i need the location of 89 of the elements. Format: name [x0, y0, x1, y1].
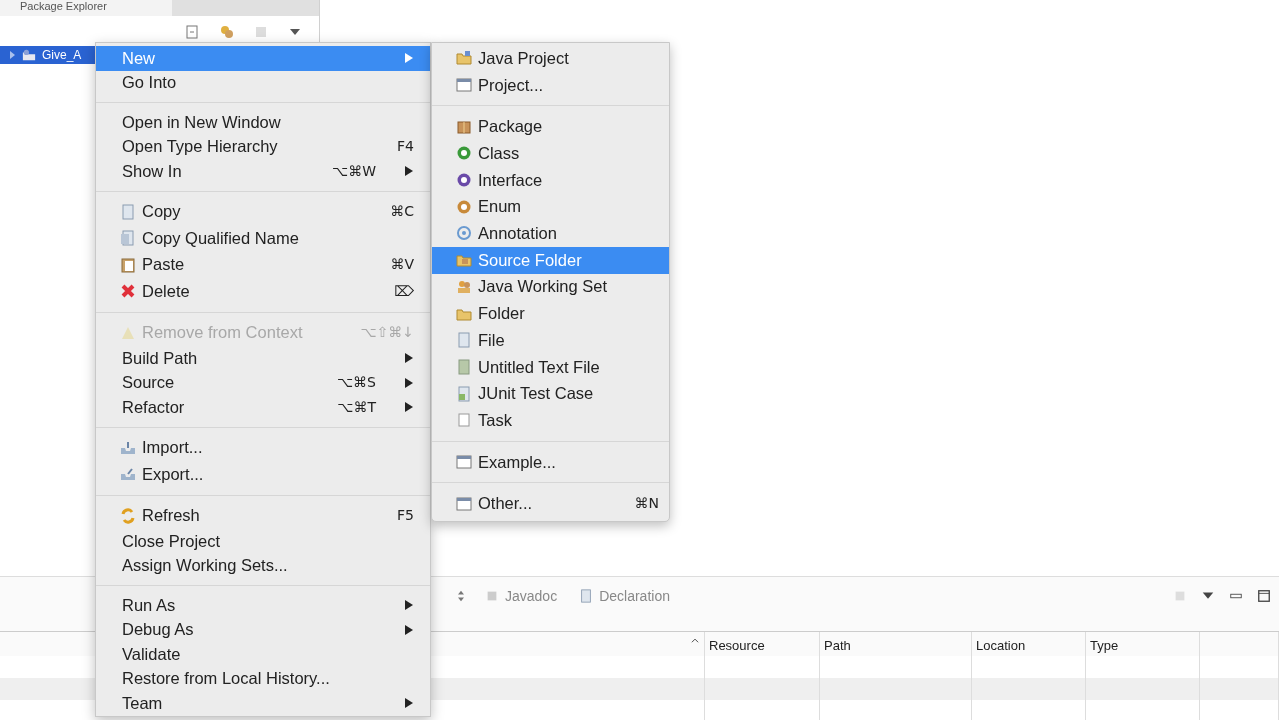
task-icon: [456, 412, 472, 429]
submenu-arrow-icon: [404, 376, 414, 389]
menu-item[interactable]: Java Working Set: [432, 273, 669, 301]
project-icon: [22, 48, 36, 62]
menu-item[interactable]: Example...: [432, 448, 669, 476]
menu-item[interactable]: Delete ⌦: [96, 278, 430, 305]
menu-item[interactable]: Team: [96, 691, 430, 716]
menu-item[interactable]: Source ⌥⌘S: [96, 370, 430, 395]
shortcut-label: ⌦: [394, 281, 414, 301]
javadoc-icon: [485, 589, 499, 603]
shortcut-label: ⌘V: [390, 255, 414, 275]
view-tab[interactable]: Javadoc: [481, 583, 562, 609]
menu-item[interactable]: File: [432, 326, 669, 354]
menu-item[interactable]: JUnit Test Case: [432, 380, 669, 407]
menu-item[interactable]: Paste ⌘V: [96, 251, 430, 278]
test-file-icon: [456, 385, 472, 402]
menu-item[interactable]: Refactor ⌥⌘T: [96, 395, 430, 420]
enum-icon: [456, 198, 472, 215]
submenu-arrow-icon: [404, 52, 414, 65]
package-icon: [456, 118, 472, 135]
clipboard-icon: [120, 256, 136, 273]
submenu-arrow-icon: [404, 165, 414, 178]
menu-item[interactable]: Enum: [432, 193, 669, 221]
menu-item[interactable]: Untitled Text File: [432, 353, 669, 381]
declaration-icon: [579, 589, 594, 603]
shortcut-label: ⌥⌘T: [337, 397, 376, 417]
menu-item[interactable]: Show In ⌥⌘W: [96, 159, 430, 184]
menu-item[interactable]: Class: [432, 140, 669, 167]
class-icon: [456, 145, 472, 162]
menu-item[interactable]: Copy ⌘C: [96, 198, 430, 225]
people-icon: [456, 278, 472, 295]
delete-icon: [120, 283, 136, 300]
menu-item[interactable]: Copy Qualified Name: [96, 225, 430, 252]
menu-item[interactable]: Restore from Local History...: [96, 666, 430, 691]
package-folder-icon: [456, 252, 472, 269]
document-icon: [120, 230, 136, 247]
menu-item[interactable]: Project...: [432, 71, 669, 99]
menu-item[interactable]: Refresh F5: [96, 502, 430, 529]
tray-icon: [120, 466, 136, 483]
sort-caret-icon: [690, 636, 700, 646]
menu-item[interactable]: Folder: [432, 300, 669, 327]
menu-item[interactable]: Run As: [96, 593, 430, 618]
maximize-icon: [1257, 589, 1271, 603]
folder-icon: [456, 50, 472, 67]
menu-item[interactable]: Interface: [432, 166, 669, 194]
drag-handle-icon: [455, 589, 467, 603]
submenu-arrow-icon: [404, 599, 414, 612]
shortcut-label: ⌘C: [390, 202, 414, 222]
filter-icon: [253, 24, 269, 40]
menu-item[interactable]: Annotation: [432, 220, 669, 247]
submenu-arrow-icon: [404, 401, 414, 414]
window-icon: [456, 495, 472, 512]
shortcut-label: F4: [397, 137, 414, 157]
annotation-icon: [456, 225, 472, 242]
menu-item[interactable]: Debug As: [96, 617, 430, 642]
tray-icon: [120, 439, 136, 456]
text-file-icon: [456, 358, 472, 375]
menu-item[interactable]: Other... ⌘N: [432, 490, 669, 517]
menu-item[interactable]: Assign Working Sets...: [96, 553, 430, 578]
document-icon: [120, 203, 136, 220]
window-icon: [456, 453, 472, 470]
menu-item[interactable]: Go Into: [96, 70, 430, 95]
shortcut-label: ⌥⌘S: [336, 373, 376, 393]
menu-item[interactable]: Import...: [96, 434, 430, 461]
menu-item[interactable]: Open in New Window: [96, 110, 430, 135]
collapse-icon: [185, 24, 201, 40]
menu-item[interactable]: Task: [432, 406, 669, 434]
shortcut-label: F5: [397, 506, 414, 526]
file-icon: [456, 332, 472, 349]
menu-item[interactable]: Close Project: [96, 529, 430, 554]
shortcut-label: ⌥⇧⌘↓: [360, 323, 414, 343]
refresh-icon: [120, 507, 136, 524]
menu-item[interactable]: Open Type Hierarchy F4: [96, 134, 430, 159]
menu-item[interactable]: Java Project: [432, 45, 669, 72]
shortcut-label: ⌥⌘W: [332, 161, 376, 181]
clear-icon: [1173, 589, 1187, 603]
menu-item[interactable]: Package: [432, 113, 669, 141]
link-icon: [219, 24, 235, 40]
menu-item[interactable]: Build Path: [96, 346, 430, 371]
submenu-arrow-icon: [404, 697, 414, 710]
submenu-arrow-icon: [404, 623, 414, 636]
shortcut-label: ⌘N: [634, 494, 659, 514]
submenu-arrow-icon: [404, 352, 414, 365]
interface-icon: [456, 172, 472, 189]
menu-item[interactable]: Validate: [96, 642, 430, 667]
expand-arrow-icon[interactable]: [8, 51, 16, 59]
window-icon: [456, 77, 472, 94]
menu-item[interactable]: Export...: [96, 461, 430, 488]
view-tab[interactable]: Package Explorer: [0, 0, 172, 16]
